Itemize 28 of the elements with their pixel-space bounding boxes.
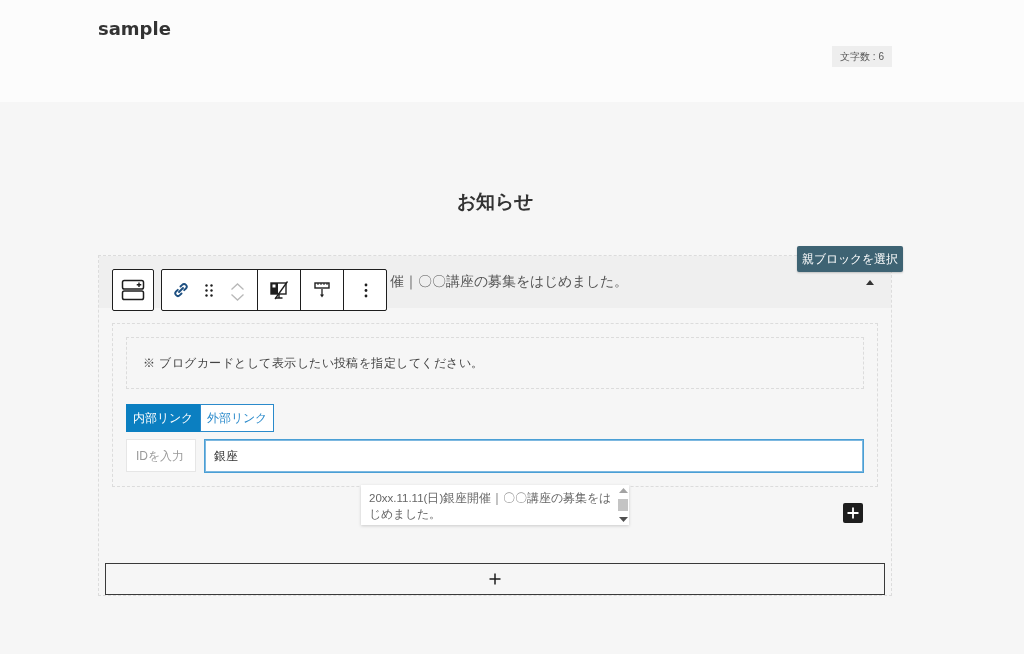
accordion-title: 催｜〇〇講座の募集をはじめました。	[390, 273, 628, 291]
block-type-button[interactable]	[112, 269, 154, 311]
more-options-icon	[364, 282, 368, 298]
scrollbar[interactable]	[617, 485, 629, 525]
section-heading[interactable]: お知らせ	[457, 190, 533, 213]
search-input-field[interactable]: 銀座	[204, 439, 864, 473]
chevron-down-icon	[231, 294, 244, 301]
parent-block-tooltip: 親ブロックを選択	[797, 246, 903, 272]
plus-icon	[847, 507, 859, 519]
add-block-button[interactable]	[843, 503, 863, 523]
drag-handle-icon	[205, 283, 214, 297]
plus-icon	[489, 573, 501, 585]
suggestion-item[interactable]: 20xx.11.11(日)銀座開催｜〇〇講座の募集をはじめました。	[361, 485, 618, 525]
scroll-down-arrow-icon[interactable]	[618, 517, 628, 522]
stacked-blocks-icon	[121, 278, 145, 302]
post-title[interactable]: sample	[98, 18, 171, 40]
link-type-tab[interactable]: 外部リンク	[200, 404, 274, 432]
scrollbar-thumb[interactable]	[618, 499, 629, 511]
link-type-tab[interactable]: 内部リンク	[126, 404, 200, 432]
monitor-slash-icon	[269, 280, 289, 300]
append-block-button[interactable]	[105, 563, 885, 595]
caret-up-icon[interactable]	[866, 279, 874, 285]
character-count: 文字数 : 6	[832, 46, 892, 67]
ruler-arrow-icon	[313, 281, 331, 299]
link-icon	[173, 282, 190, 298]
notice-message: ※ ブログカードとして表示したい投稿を指定してください。	[126, 337, 864, 389]
id-input-field[interactable]: IDを入力	[126, 439, 196, 472]
chevron-up-icon	[231, 283, 244, 290]
